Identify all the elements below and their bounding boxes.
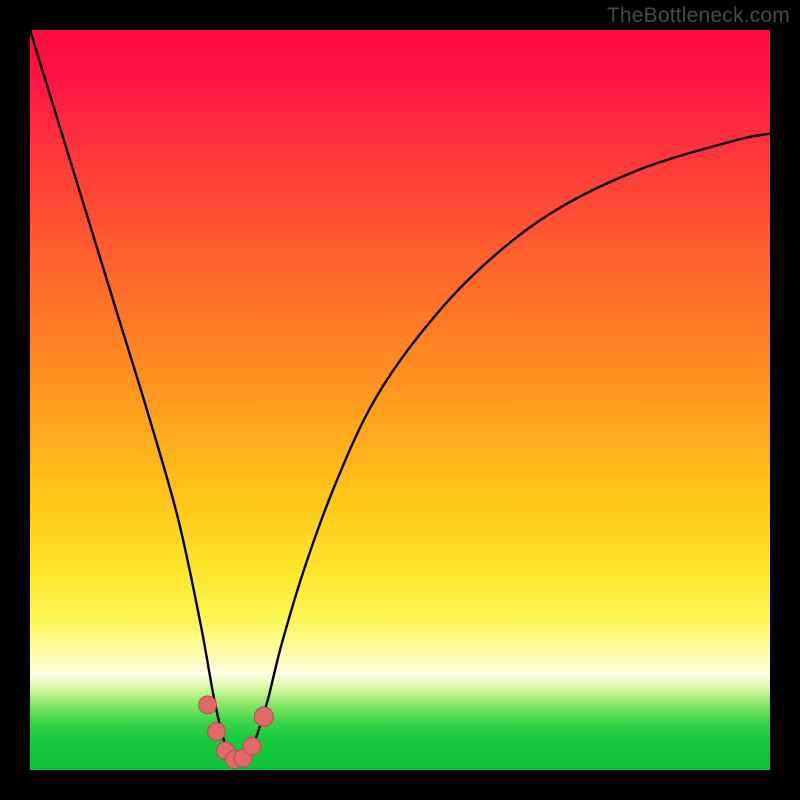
bottleneck-curve-svg: [30, 30, 770, 770]
curve-marker-dot: [208, 723, 226, 741]
curve-marker-dot: [199, 696, 217, 714]
plot-area: [30, 30, 770, 770]
chart-frame: TheBottleneck.com: [0, 0, 800, 800]
watermark-text: TheBottleneck.com: [607, 4, 790, 28]
curve-marker-dot: [254, 707, 273, 726]
curve-marker-dot: [243, 737, 261, 755]
curve-markers: [199, 696, 274, 769]
bottleneck-curve-path: [30, 30, 770, 764]
